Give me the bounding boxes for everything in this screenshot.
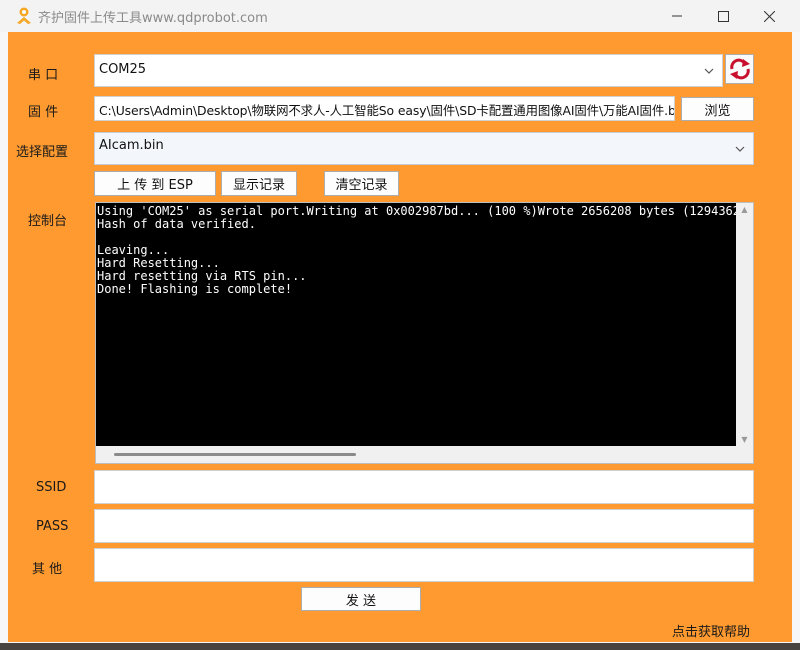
console-line: Done! Flashing is complete! — [97, 282, 293, 296]
port-select[interactable]: COM25 — [94, 54, 723, 87]
ssid-input[interactable] — [94, 470, 754, 504]
console-screen: Using 'COM25' as serial port.Writing at … — [96, 203, 737, 446]
config-label: 选择配置 — [16, 145, 69, 160]
clear-log-button[interactable]: 清空记录 — [324, 171, 399, 196]
port-label: 串 口 — [28, 68, 59, 83]
console-label: 控制台 — [28, 214, 68, 229]
help-link[interactable]: 点击获取帮助 — [672, 621, 750, 640]
show-log-button[interactable]: 显示记录 — [221, 171, 297, 196]
maximize-button[interactable] — [700, 0, 746, 32]
horizontal-scroll-thumb[interactable] — [114, 453, 356, 456]
chevron-down-icon — [704, 68, 714, 74]
other-label: 其 他 — [32, 562, 63, 577]
app-window: 齐护固件上传工具www.qdprobot.com 串 口 COM25 固 件 C… — [0, 0, 800, 643]
refresh-icon — [729, 58, 750, 80]
upload-to-esp-button[interactable]: 上 传 到 ESP — [94, 171, 216, 196]
maximize-icon — [717, 10, 729, 22]
close-icon — [763, 10, 775, 22]
console-line: Hash of data verified. — [97, 217, 256, 231]
port-value: COM25 — [99, 62, 147, 77]
chevron-down-icon — [735, 146, 745, 152]
console-vertical-scrollbar[interactable]: ▲ ▼ — [736, 203, 753, 446]
app-logo-icon — [17, 7, 31, 24]
console-output[interactable]: Using 'COM25' as serial port.Writing at … — [95, 202, 754, 464]
other-input[interactable] — [94, 548, 754, 582]
scroll-down-icon[interactable]: ▼ — [736, 435, 753, 444]
firmware-path-input[interactable]: C:\Users\Admin\Desktop\物联网不求人-人工智能So eas… — [94, 96, 675, 121]
pass-input[interactable] — [94, 509, 754, 543]
firmware-label: 固 件 — [28, 105, 59, 120]
config-select[interactable]: AIcam.bin — [94, 132, 754, 165]
browse-button[interactable]: 浏览 — [681, 97, 754, 121]
close-button[interactable] — [746, 0, 792, 32]
pass-label: PASS — [36, 519, 69, 534]
console-lines: Using 'COM25' as serial port.Writing at … — [96, 203, 737, 296]
scroll-up-icon[interactable]: ▲ — [736, 205, 753, 214]
send-button[interactable]: 发 送 — [301, 587, 421, 611]
refresh-ports-button[interactable] — [725, 54, 754, 84]
config-value: AIcam.bin — [99, 138, 164, 153]
minimize-icon — [672, 15, 682, 17]
window-title: 齐护固件上传工具www.qdprobot.com — [38, 11, 268, 26]
console-horizontal-scrollbar[interactable] — [96, 446, 753, 463]
main-panel: 串 口 COM25 固 件 C:\Users\Admin\Desktop\物联网… — [8, 32, 792, 642]
minimize-button[interactable] — [654, 0, 700, 32]
title-bar: 齐护固件上传工具www.qdprobot.com — [0, 0, 800, 32]
ssid-label: SSID — [36, 480, 67, 495]
